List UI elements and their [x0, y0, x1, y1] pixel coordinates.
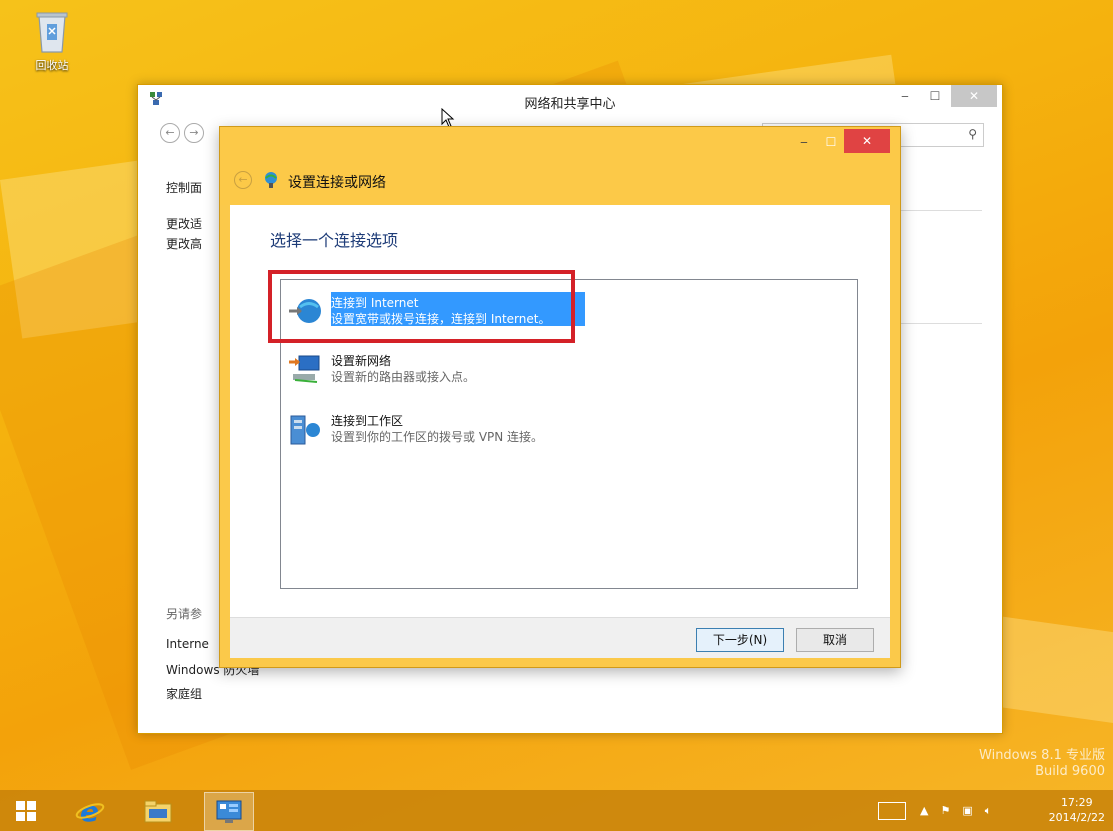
file-explorer-icon[interactable] — [134, 792, 182, 829]
recycle-bin-icon — [35, 10, 69, 54]
option-description: 设置到你的工作区的拨号或 VPN 连接。 — [331, 430, 544, 444]
option-title: 设置新网络 — [331, 354, 392, 368]
dialog-title: 设置连接或网络 — [288, 175, 386, 191]
internet-explorer-icon[interactable]: e — [66, 792, 114, 829]
dialog-close-button[interactable]: ✕ — [844, 129, 890, 153]
taskbar: e ▲ ⚑ ▣ 🔈︎ 17:29 2014/2/22 — [0, 790, 1113, 831]
recycle-bin-label: 回收站 — [35, 59, 69, 72]
system-tray: ▲ ⚑ ▣ 🔈︎ — [878, 790, 991, 831]
router-setup-icon — [287, 352, 325, 386]
dialog-minimize-button[interactable]: ‒ — [790, 131, 818, 153]
window-title: 网络和共享中心 — [524, 97, 616, 112]
close-button[interactable]: ✕ — [951, 85, 997, 107]
dialog-heading: 选择一个连接选项 — [270, 231, 399, 250]
recycle-bin[interactable]: 回收站 — [24, 10, 80, 73]
divider — [898, 210, 982, 211]
highlight-box — [268, 270, 575, 343]
setup-connection-dialog: ‒ ☐ ✕ ← 设置连接或网络 选择一个连接选项 连接到 Internet 设置… — [219, 126, 901, 668]
sidebar-item-adapter[interactable]: 更改适 — [166, 215, 202, 232]
dialog-back-button[interactable]: ← — [234, 171, 252, 189]
clock[interactable]: 17:29 2014/2/22 — [1049, 795, 1105, 825]
forward-button[interactable]: → — [184, 123, 204, 143]
dialog-footer: 下一步(N) 取消 — [230, 617, 890, 658]
network-status-icon[interactable]: ▣ — [962, 804, 972, 817]
see-also-heading: 另请参 — [166, 607, 203, 621]
show-hidden-icons-icon[interactable]: ▲ — [920, 804, 928, 817]
keyboard-icon[interactable] — [878, 801, 906, 820]
sidebar-item-advanced[interactable]: 更改高 — [166, 235, 202, 252]
clock-date: 2014/2/22 — [1048, 811, 1105, 824]
svg-text:e: e — [80, 796, 99, 826]
link-internet-options[interactable]: Interne — [166, 637, 209, 651]
desktop: 回收站 网络和共享中心 ‒ ☐ ✕ ← → ⚲ 控制面 更改适 更改高 另请参 … — [0, 0, 1113, 831]
volume-icon[interactable]: 🔈︎ — [985, 804, 992, 818]
network-globe-icon — [262, 171, 280, 189]
search-icon: ⚲ — [968, 127, 977, 141]
dialog-maximize-button[interactable]: ☐ — [818, 131, 844, 153]
option-description: 设置新的路由器或接入点。 — [331, 370, 476, 384]
link-homegroup[interactable]: 家庭组 — [166, 685, 202, 702]
option-connect-workplace[interactable]: 连接到工作区 设置到你的工作区的拨号或 VPN 连接。 — [287, 406, 847, 450]
cancel-button[interactable]: 取消 — [796, 628, 874, 652]
windows-watermark: Windows 8.1 专业版 — [979, 748, 1105, 763]
option-new-network[interactable]: 设置新网络 设置新的路由器或接入点。 — [287, 346, 847, 390]
workplace-vpn-icon — [287, 412, 325, 446]
maximize-button[interactable]: ☐ — [921, 85, 949, 107]
back-button[interactable]: ← — [160, 123, 180, 143]
build-watermark: Build 9600 — [1035, 764, 1105, 779]
control-panel-icon[interactable] — [204, 792, 254, 831]
clock-time: 17:29 — [1060, 796, 1093, 809]
title-bar: 网络和共享中心 ‒ ☐ ✕ — [138, 85, 1002, 115]
divider — [898, 323, 982, 324]
dialog-header: ‒ ☐ ✕ ← 设置连接或网络 — [220, 127, 900, 205]
action-center-flag-icon[interactable]: ⚑ — [940, 804, 950, 817]
minimize-button[interactable]: ‒ — [891, 85, 919, 107]
dialog-content: 选择一个连接选项 连接到 Internet 设置宽带或拨号连接，连接到 Inte… — [230, 205, 890, 617]
option-title: 连接到工作区 — [331, 414, 404, 428]
next-button[interactable]: 下一步(N) — [696, 628, 784, 652]
windows-start-icon[interactable] — [2, 792, 50, 829]
sidebar-item-control-panel[interactable]: 控制面 — [166, 179, 202, 196]
